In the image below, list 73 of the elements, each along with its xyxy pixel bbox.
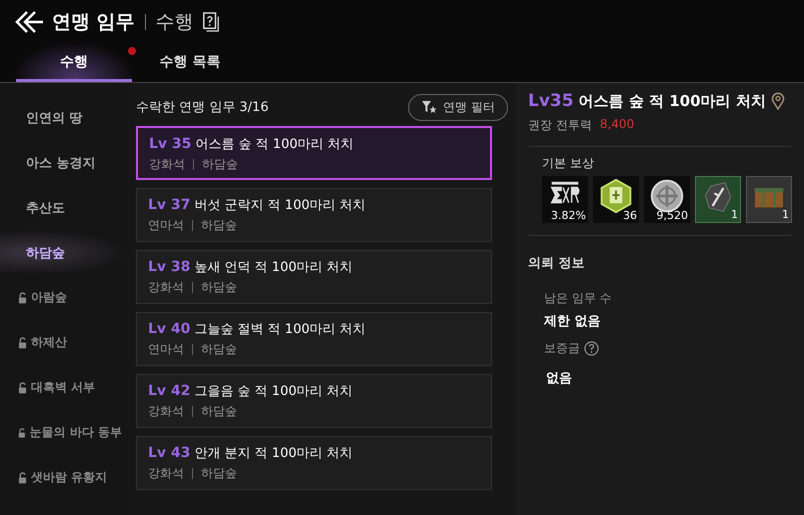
- tab[interactable]: 수행 목록: [132, 44, 248, 82]
- filter-icon: [421, 100, 438, 114]
- remaining-label: 남은 임무 수: [544, 290, 613, 307]
- quest-region: 하담숲: [201, 465, 237, 482]
- quest-reward: 강화석: [148, 403, 184, 420]
- quest-card[interactable]: Lv 40 그늘숲 절벽 적 100마리 처치 연마석 하담숲: [136, 312, 492, 366]
- quest-level: Lv 43: [148, 445, 190, 461]
- quest-region: 하담숲: [201, 341, 237, 358]
- reward-slot[interactable]: 1: [746, 176, 792, 223]
- lock-icon: [18, 382, 27, 394]
- quest-level: Lv 37: [148, 197, 190, 213]
- quest-region: 하담숲: [201, 217, 237, 234]
- back-icon[interactable]: [14, 10, 44, 34]
- reward-slot[interactable]: 9,520: [644, 176, 690, 223]
- quest-card[interactable]: Lv 35 어스름 숲 적 100마리 처치 강화석 하담숲: [136, 126, 492, 180]
- power-value: 8,400: [600, 117, 634, 133]
- quest-level: Lv 38: [148, 259, 190, 275]
- info-heading: 의뢰 정보: [528, 255, 586, 272]
- reward-count: 36: [622, 209, 637, 222]
- quest-title: 높새 언덕 적 100마리 처치: [194, 259, 353, 276]
- quest-card[interactable]: Lv 42 그을음 숲 적 100마리 처치 강화석 하담숲: [136, 374, 492, 428]
- reward-slot[interactable]: 3.82%: [542, 176, 588, 223]
- quest-level: Lv35: [528, 91, 574, 111]
- quest-title: 그을음 숲 적 100마리 처치: [194, 383, 353, 400]
- help-document-icon[interactable]: [202, 12, 220, 32]
- quest-title: 그늘숲 절벽 적 100마리 처치: [194, 321, 366, 338]
- quest-region: 하담숲: [201, 403, 237, 420]
- region-item[interactable]: 추산도: [0, 185, 128, 230]
- reward-count: 1: [782, 208, 790, 221]
- quest-title: 어스름 숲 적 100마리 처치: [578, 92, 766, 110]
- quest-card[interactable]: Lv 38 높새 언덕 적 100마리 처치 강화석 하담숲: [136, 250, 492, 304]
- region-item[interactable]: 아람숲: [0, 275, 128, 320]
- quest-card[interactable]: Lv 43 안개 분지 적 100마리 처치 강화석 하담숲: [136, 436, 492, 490]
- deposit-label: 보증금: [544, 340, 580, 357]
- reward-count: 9,520: [656, 209, 688, 222]
- power-label: 권장 전투력: [528, 117, 592, 134]
- lock-icon: [18, 426, 26, 438]
- reward-slot[interactable]: 36: [592, 176, 639, 223]
- lock-icon: [18, 472, 27, 484]
- quest-reward: 강화석: [148, 465, 184, 482]
- quest-level: Lv 42: [148, 383, 190, 399]
- region-item[interactable]: 인연의 땅: [0, 95, 128, 140]
- region-item[interactable]: 하제산: [0, 320, 128, 365]
- region-item[interactable]: 눈물의 바다 동부: [0, 410, 128, 455]
- rewards-heading: 기본 보상: [541, 155, 595, 172]
- filter-button[interactable]: 연맹 필터: [408, 94, 508, 120]
- page-subtitle: 수행: [156, 10, 194, 35]
- quest-reward: 강화석: [149, 156, 185, 173]
- quest-reward: 연마석: [148, 217, 184, 234]
- deposit-value: 없음: [546, 370, 573, 387]
- quest-reward: 강화석: [148, 279, 184, 296]
- quest-card[interactable]: Lv 37 버섯 군락지 적 100마리 처치 연마석 하담숲: [136, 188, 492, 242]
- location-pin-icon[interactable]: [770, 92, 785, 110]
- quest-title: 안개 분지 적 100마리 처치: [194, 445, 353, 462]
- list-heading: 수락한 연맹 임무 3/16: [136, 99, 269, 116]
- reward-count: 3.82%: [551, 209, 586, 222]
- reward-count: 1: [730, 208, 738, 221]
- quest-reward: 연마석: [148, 341, 184, 358]
- page-title: 연맹 임무: [52, 10, 135, 35]
- lock-icon: [18, 292, 27, 304]
- quest-level: Lv 35: [149, 136, 192, 152]
- quest-title: 어스름 숲 적 100마리 처치: [195, 136, 354, 153]
- region-item[interactable]: 아스 농경지: [0, 140, 128, 185]
- region-item[interactable]: 대흑벽 서부: [0, 365, 128, 410]
- quest-level: Lv 40: [148, 321, 190, 337]
- remaining-value: 제한 없음: [544, 313, 602, 330]
- quest-title: 버섯 군락지 적 100마리 처치: [194, 197, 366, 214]
- lock-icon: [18, 336, 27, 348]
- quest-region: 하담숲: [202, 156, 238, 173]
- quest-region: 하담숲: [201, 279, 237, 296]
- help-icon[interactable]: [584, 341, 599, 356]
- region-item[interactable]: 샛바람 유황지: [0, 455, 128, 500]
- reward-slot[interactable]: 1: [694, 176, 741, 223]
